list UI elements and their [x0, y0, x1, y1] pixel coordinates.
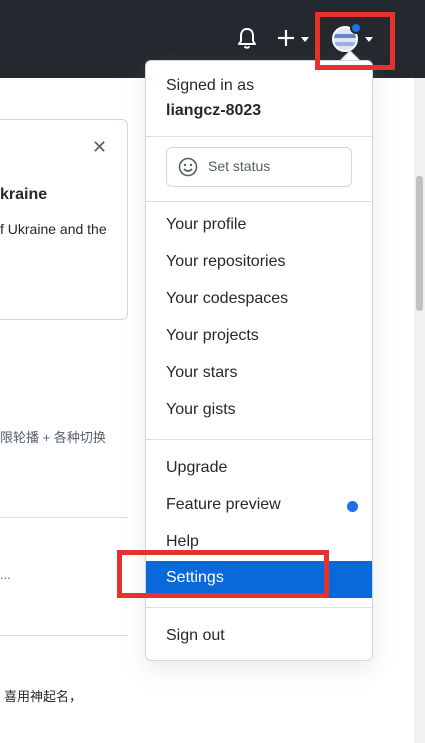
create-new-button[interactable] [276, 26, 314, 50]
user-menu-button[interactable] [330, 22, 376, 56]
menu-divider [146, 439, 372, 440]
feed-item-description: 限轮播 + 各种切换 [0, 430, 106, 445]
menu-item-upgrade[interactable]: Upgrade [146, 451, 372, 488]
feed-item-description: 喜用神起名， [4, 689, 83, 704]
menu-divider [146, 201, 372, 202]
new-feature-dot [347, 501, 358, 512]
user-dropdown-menu: Signed in as liangcz-8023 Set status You… [145, 60, 373, 661]
signed-in-label: Signed in as [166, 77, 255, 94]
divider [0, 635, 128, 636]
feed-item-ellipsis: ... [0, 567, 11, 582]
menu-item-your-profile[interactable]: Your profile [146, 208, 372, 245]
menu-item-feature-preview[interactable]: Feature preview [146, 488, 372, 525]
menu-divider [146, 607, 372, 608]
announcement-title: kraine [0, 186, 48, 203]
menu-item-your-repositories[interactable]: Your repositories [146, 245, 372, 282]
close-icon[interactable]: ✕ [92, 137, 107, 158]
announcement-card [0, 119, 128, 320]
username: liangcz-8023 [166, 102, 262, 119]
menu-item-your-stars[interactable]: Your stars [146, 356, 372, 393]
menu-item-your-projects[interactable]: Your projects [146, 319, 372, 356]
bell-icon[interactable] [236, 26, 258, 50]
page-scrollbar[interactable] [414, 78, 425, 743]
divider [0, 517, 128, 518]
notification-dot [350, 22, 362, 34]
set-status-button[interactable]: Set status [166, 147, 352, 187]
menu-item-your-gists[interactable]: Your gists [146, 393, 372, 430]
menu-item-your-codespaces[interactable]: Your codespaces [146, 282, 372, 319]
scrollbar-thumb[interactable] [416, 176, 423, 311]
plus-icon [278, 30, 294, 46]
caret-down-icon [301, 37, 309, 42]
announcement-text: f Ukraine and the [0, 221, 107, 237]
smiley-icon [178, 157, 198, 177]
caret-down-icon [365, 37, 373, 42]
menu-item-settings[interactable]: Settings [146, 561, 372, 598]
set-status-label: Set status [208, 158, 271, 174]
menu-divider [146, 136, 372, 137]
menu-item-sign-out[interactable]: Sign out [146, 619, 372, 656]
menu-item-help[interactable]: Help [146, 525, 372, 562]
